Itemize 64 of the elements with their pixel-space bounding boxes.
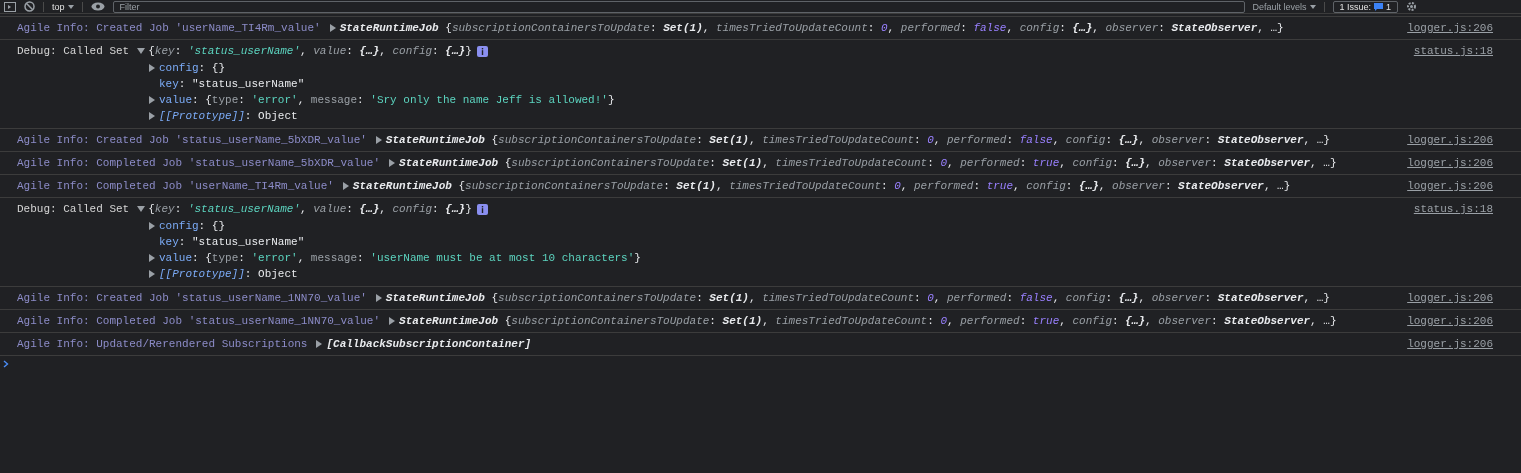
object-property: key: "status_userName" bbox=[159, 235, 305, 249]
expand-arrow-icon[interactable] bbox=[315, 340, 324, 348]
source-link[interactable]: logger.js:206 bbox=[1407, 21, 1493, 35]
info-icon[interactable] bbox=[476, 45, 488, 57]
expand-arrow-icon[interactable] bbox=[388, 159, 397, 167]
source-link[interactable]: logger.js:206 bbox=[1407, 291, 1493, 305]
info-icon[interactable] bbox=[476, 203, 488, 215]
object-property: config: {} bbox=[159, 219, 225, 233]
object-property: config: {} bbox=[159, 61, 225, 75]
expand-arrow-icon[interactable] bbox=[374, 294, 383, 302]
expand-arrow-icon[interactable] bbox=[341, 182, 350, 190]
log-message: Agile Info: Created Job 'status_userName_5bXDR_value' bbox=[17, 133, 367, 147]
expand-arrow-icon[interactable] bbox=[328, 24, 337, 32]
log-message: Agile Info: Updated/Rerendered Subscriptions bbox=[17, 337, 308, 351]
object-property: key: "status_userName" bbox=[159, 77, 305, 91]
object-property: value: {type: 'error', message: 'userName must be at most 10 characters'} bbox=[159, 251, 641, 265]
object-preview: StateRuntimeJob {subscriptionContainersToUpdate: Set(1), timesTriedToUpdateCount: 0, performed: false, config: {…}, observer: StateObserver, …} bbox=[385, 291, 1330, 305]
expand-arrow-icon[interactable] bbox=[148, 270, 156, 278]
object-preview: StateRuntimeJob {subscriptionContainersToUpdate: Set(1), timesTriedToUpdateCount: 0, performed: true, config: {…}, observer: StateObserver, …} bbox=[399, 314, 1337, 328]
log-message: Agile Info: Created Job 'status_userName_1NN70_value' bbox=[17, 291, 367, 305]
context-selector[interactable]: top bbox=[52, 0, 74, 13]
prompt-icon bbox=[3, 360, 9, 368]
issues-button[interactable]: 1 Issue: 1 bbox=[1332, 0, 1399, 13]
object-property: [[Prototype]]: Object bbox=[159, 109, 298, 123]
eye-icon[interactable] bbox=[90, 2, 105, 11]
object-preview: StateRuntimeJob {subscriptionContainersToUpdate: Set(1), timesTriedToUpdateCount: 0, performed: true, config: {…}, observer: StateObserver, …} bbox=[399, 156, 1337, 170]
expand-arrow-icon[interactable] bbox=[148, 254, 156, 262]
log-message: Agile Info: Completed Job 'userName_TI4Rm_value' bbox=[17, 179, 334, 193]
source-link[interactable]: logger.js:206 bbox=[1407, 314, 1493, 328]
log-message: Debug: Called Set bbox=[17, 202, 130, 216]
clear-icon[interactable] bbox=[24, 1, 35, 12]
expand-arrow-icon[interactable] bbox=[148, 96, 156, 104]
expand-arrow-icon[interactable] bbox=[148, 64, 156, 72]
object-property: [[Prototype]]: Object bbox=[159, 267, 298, 281]
settings-icon[interactable] bbox=[1406, 1, 1418, 12]
object-preview: StateRuntimeJob {subscriptionContainersToUpdate: Set(1), timesTriedToUpdateCount: 0, performed: true, config: {…}, observer: StateObserver, …} bbox=[352, 179, 1291, 193]
object-property: value: {type: 'error', message: 'Sry only the name Jeff is allowed!'} bbox=[159, 93, 615, 107]
source-link[interactable]: logger.js:206 bbox=[1407, 179, 1493, 193]
levels-dropdown[interactable]: Default levels bbox=[1252, 0, 1316, 13]
collapse-arrow-icon[interactable] bbox=[137, 47, 146, 55]
expand-arrow-icon[interactable] bbox=[148, 222, 156, 230]
source-link[interactable]: logger.js:206 bbox=[1407, 133, 1493, 147]
expand-arrow-icon[interactable] bbox=[148, 112, 156, 120]
collapse-arrow-icon[interactable] bbox=[137, 205, 146, 213]
source-link[interactable]: status.js:18 bbox=[1413, 202, 1493, 282]
filter-field[interactable]: Filter bbox=[112, 0, 1245, 13]
object-preview: {key: 'status_userName', value: {…}, config: {…}} bbox=[148, 202, 472, 216]
object-preview: StateRuntimeJob {subscriptionContainersToUpdate: Set(1), timesTriedToUpdateCount: 0, performed: false, config: {…}, observer: StateObserver, …} bbox=[385, 133, 1330, 147]
source-link[interactable]: logger.js:206 bbox=[1407, 337, 1493, 351]
log-message: Debug: Called Set bbox=[17, 44, 130, 58]
caret-icon bbox=[67, 4, 74, 9]
expand-arrow-icon[interactable] bbox=[374, 136, 383, 144]
log-message: Agile Info: Completed Job 'status_userName_5bXDR_value' bbox=[17, 156, 381, 170]
source-link[interactable]: logger.js:206 bbox=[1407, 156, 1493, 170]
log-message: Agile Info: Created Job 'userName_TI4Rm_value' bbox=[17, 21, 321, 35]
source-link[interactable]: status.js:18 bbox=[1413, 44, 1493, 124]
object-preview: {key: 'status_userName', value: {…}, config: {…}} bbox=[148, 44, 472, 58]
sidebar-toggle-icon[interactable] bbox=[4, 1, 16, 12]
log-message: Agile Info: Completed Job 'status_userName_1NN70_value' bbox=[17, 314, 381, 328]
message-icon bbox=[1374, 2, 1384, 11]
expand-arrow-icon[interactable] bbox=[388, 317, 397, 325]
caret-icon bbox=[1309, 4, 1316, 9]
object-preview: StateRuntimeJob {subscriptionContainersToUpdate: Set(1), timesTriedToUpdateCount: 0, performed: false, config: {…}, observer: StateObserver, …} bbox=[339, 21, 1284, 35]
object-preview: [CallbackSubscriptionContainer] bbox=[326, 337, 532, 351]
